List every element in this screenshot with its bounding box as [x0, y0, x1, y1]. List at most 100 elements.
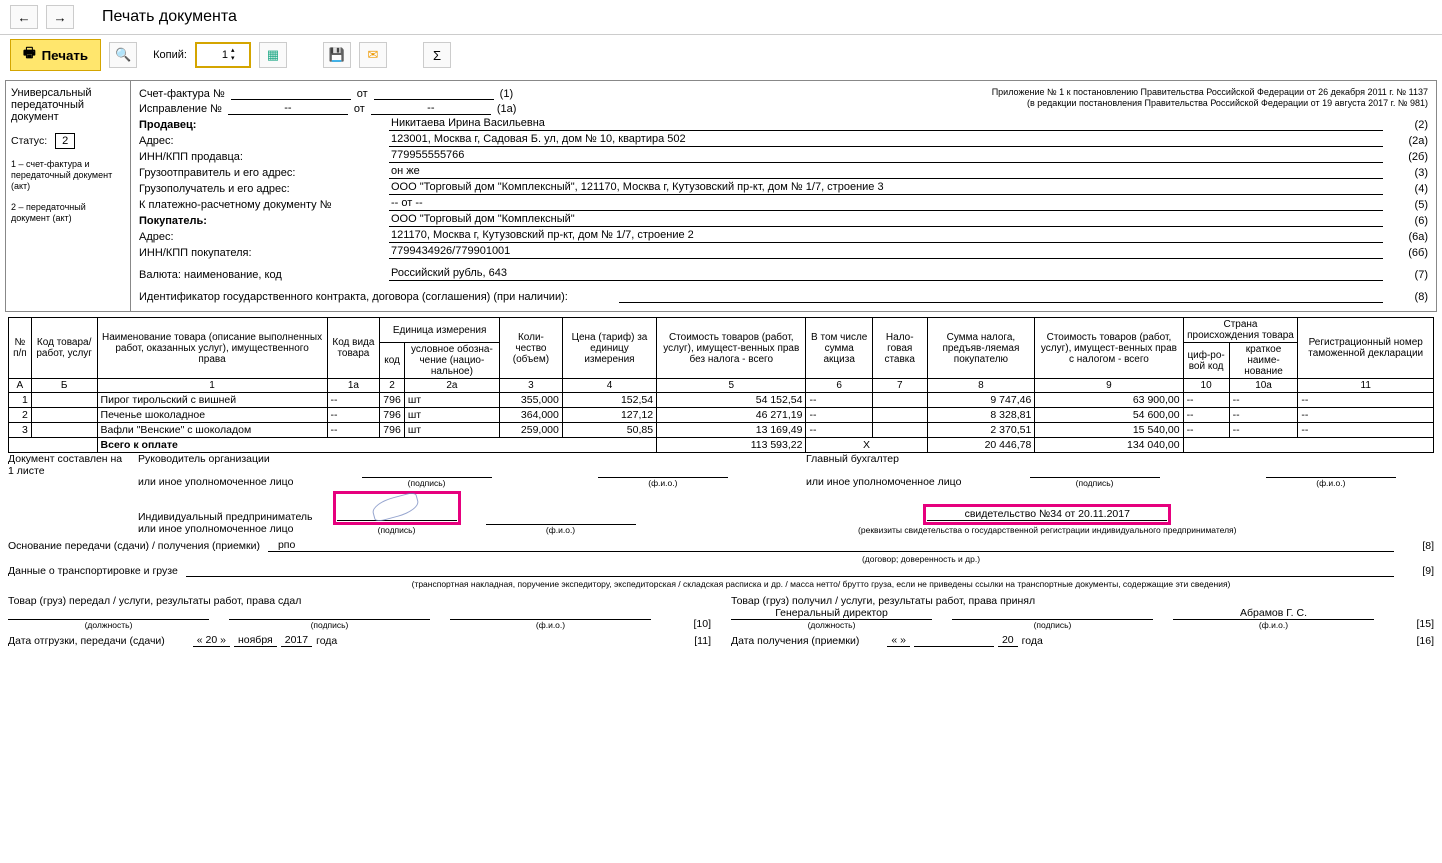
page-title: Печать документа	[102, 8, 237, 26]
b-c15: [15]	[1394, 618, 1434, 630]
th-no: № п/п	[9, 318, 32, 379]
fio3: (ф.и.о.)	[481, 525, 641, 535]
legal-block: Приложение № 1 к постановлению Правитель…	[784, 87, 1429, 117]
c6a: (6а)	[1383, 231, 1428, 243]
th-cg: Код товара/ работ, услуг	[31, 318, 97, 379]
d-month2	[914, 634, 994, 647]
fix-no: --	[228, 102, 348, 115]
base-val: рпо	[268, 539, 1394, 552]
signature-image	[367, 495, 427, 517]
seller-inn: 779955555766	[389, 149, 1383, 163]
paydoc: -- от --	[389, 197, 1383, 211]
spin-down[interactable]: ▾	[231, 55, 245, 63]
cur-lbl: Валюта: наименование, код	[139, 269, 389, 281]
th-cost: Стоимость товаров (работ, услуг), имущес…	[657, 318, 806, 379]
d-day: « 20 »	[193, 634, 230, 647]
cert-note: (реквизиты свидетельства о государственн…	[661, 525, 1434, 535]
grid-button[interactable]: ▦	[259, 42, 287, 68]
addr-lbl: Адрес:	[139, 135, 389, 147]
tr-note: (транспортная накладная, поручение экспе…	[208, 579, 1434, 589]
shipper: он же	[389, 165, 1383, 179]
fio1: (ф.и.о.)	[560, 478, 766, 488]
th-tc: Код вида товара	[327, 318, 380, 379]
chief-acc: Главный бухгалтер	[806, 453, 1434, 465]
c2b: (2б)	[1383, 151, 1428, 163]
c3: (3)	[1383, 167, 1428, 179]
base-lbl: Основание передачи (сдачи) / получения (…	[8, 540, 268, 552]
buyer: ООО "Торговый дом "Комплексный"	[389, 213, 1383, 227]
total-cost: 113 593,22	[657, 438, 806, 453]
ship-date-lbl: Дата отгрузки, передачи (сдачи)	[8, 635, 165, 647]
code1a: (1а)	[497, 103, 517, 115]
th-country: Страна происхождения товара	[1183, 318, 1298, 343]
shipper-lbl: Грузоотправитель и его адрес:	[139, 167, 389, 179]
th-cn: краткое наиме-нование	[1229, 343, 1298, 379]
document: Универсальный передаточный документ Стат…	[5, 80, 1437, 312]
fix-date: --	[371, 102, 491, 115]
b-c8: [8]	[1394, 540, 1434, 552]
contract	[619, 289, 1383, 303]
legal1: Приложение № 1 к постановлению Правитель…	[784, 87, 1429, 98]
cert-text: свидетельство №34 от 20.11.2017	[927, 508, 1167, 521]
note1: 1 – счет-фактура и передаточный документ…	[11, 159, 125, 192]
copies-spinner[interactable]: ▴▾	[195, 42, 251, 68]
th-price: Цена (тариф) за единицу измерения	[562, 318, 656, 379]
th-uc: код	[380, 343, 405, 379]
th-tot: Стоимость товаров (работ, услуг), имущес…	[1035, 318, 1183, 379]
from1: от	[357, 88, 368, 100]
items-table: № п/п Код товара/ работ, услуг Наименова…	[8, 317, 1434, 453]
d-year: 2017	[281, 634, 312, 647]
sb-l1: Универсальный	[11, 87, 125, 99]
b-c9: [9]	[1394, 565, 1434, 577]
preview-button[interactable]: 🔍	[109, 42, 137, 68]
certificate-highlight: свидетельство №34 от 20.11.2017	[923, 504, 1171, 525]
top-toolbar: ← → Печать документа	[0, 0, 1442, 35]
status-value: 2	[55, 133, 75, 149]
b-c10: [10]	[671, 618, 711, 630]
mail-button[interactable]: ✉	[359, 42, 387, 68]
podpis3: (подпись)	[333, 525, 461, 535]
buyer-inn: 7799434926/779901001	[389, 245, 1383, 259]
table-row: 1Пирог тирольский с вишней--796шт355,000…	[9, 393, 1434, 408]
th-cc: циф-ро-вой код	[1183, 343, 1229, 379]
fix-label: Исправление №	[139, 103, 222, 115]
sum-button[interactable]: Σ	[423, 42, 451, 68]
sb-l3: документ	[11, 111, 125, 123]
th-decl: Регистрационный номер таможенной деклара…	[1298, 318, 1434, 379]
sf-date	[374, 87, 494, 100]
sf-label: Счет-фактура №	[139, 88, 225, 100]
signature-highlight	[333, 491, 461, 525]
gave-lbl: Товар (груз) передал / услуги, результат…	[8, 595, 711, 607]
copies-input[interactable]	[197, 49, 231, 61]
got-lbl: Товар (груз) получил / услуги, результат…	[731, 595, 1434, 607]
inn-lbl: ИНН/КПП продавца:	[139, 151, 389, 163]
d-day2: « »	[887, 634, 910, 647]
back-button[interactable]: ←	[10, 5, 38, 29]
binn-lbl: ИНН/КПП покупателя:	[139, 247, 389, 259]
from2: от	[354, 103, 365, 115]
forward-button[interactable]: →	[46, 5, 74, 29]
seller-addr: 123001, Москва г, Садовая Б. ул, дом № 1…	[389, 133, 1383, 147]
th-exc: В том числе сумма акциза	[806, 318, 872, 379]
table-row: 3Вафли "Венские" с шоколадом--796шт259,0…	[9, 423, 1434, 438]
th-rate: Нало-говая ставка	[872, 318, 927, 379]
seller-lbl: Продавец:	[139, 119, 196, 131]
save-button[interactable]: 💾	[323, 42, 351, 68]
buyer-addr: 121170, Москва г, Кутузовский пр-кт, дом…	[389, 229, 1383, 243]
paydoc-lbl: К платежно-расчетному документу №	[139, 199, 389, 211]
spin-up[interactable]: ▴	[231, 47, 245, 55]
doc-composed: Документ составлен на	[8, 453, 134, 465]
tr-lbl: Данные о транспортировке и грузе	[8, 565, 186, 577]
print-button[interactable]: 🖶 Печать	[10, 39, 101, 71]
th-name: Наименование товара (описание выполненны…	[97, 318, 327, 379]
tr-val	[186, 564, 1394, 577]
sf-no	[231, 87, 351, 100]
total-all: 134 040,00	[1035, 438, 1183, 453]
podpis1: (подпись)	[323, 478, 529, 488]
buyer-lbl: Покупатель:	[139, 215, 207, 227]
seller: Никитаева Ирина Васильевна	[389, 117, 1383, 131]
b-c11: [11]	[694, 635, 711, 647]
fio2: (ф.и.о.)	[1228, 478, 1434, 488]
sb-l2: передаточный	[11, 99, 125, 111]
th-unit: Единица измерения	[380, 318, 500, 343]
